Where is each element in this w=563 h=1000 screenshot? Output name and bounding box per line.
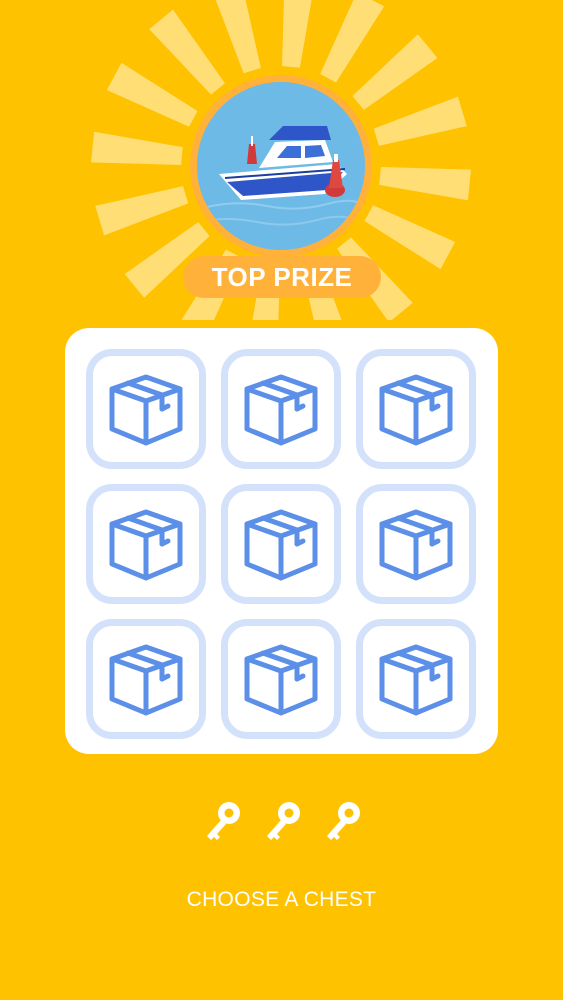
sun-ray [379,166,471,201]
keys-remaining [0,798,563,848]
sun-ray [373,96,467,146]
chest-3[interactable] [356,349,476,469]
sun-ray [364,205,456,270]
chest-2[interactable] [221,349,341,469]
chest-1[interactable] [86,349,206,469]
key-icon [319,798,365,848]
top-prize-display: TOP PRIZE [0,0,563,320]
motorboat-icon [197,82,365,250]
key-icon [199,798,245,848]
choose-chest-instruction: CHOOSE A CHEST [186,888,377,911]
box-icon [239,367,323,451]
box-icon [104,367,188,451]
box-icon [374,367,458,451]
sun-ray [149,9,225,95]
chest-9[interactable] [356,619,476,739]
box-icon [104,502,188,586]
sun-ray [91,131,183,166]
top-prize-label: TOP PRIZE [183,256,381,298]
box-icon [239,637,323,721]
sun-ray [215,0,261,74]
chest-5[interactable] [221,484,341,604]
sun-ray [320,0,385,83]
prize-image [197,82,365,250]
chest-panel [65,328,498,754]
box-icon [374,502,458,586]
chest-4[interactable] [86,484,206,604]
key-icon [259,798,305,848]
sun-ray [106,62,198,127]
chest-7[interactable] [86,619,206,739]
sun-ray [95,186,189,236]
chest-grid [86,349,477,739]
chest-8[interactable] [221,619,341,739]
box-icon [374,637,458,721]
box-icon [104,637,188,721]
chest-6[interactable] [356,484,476,604]
box-icon [239,502,323,586]
sun-ray [281,0,312,68]
prize-image-frame [190,75,372,257]
sun-ray [352,34,438,110]
